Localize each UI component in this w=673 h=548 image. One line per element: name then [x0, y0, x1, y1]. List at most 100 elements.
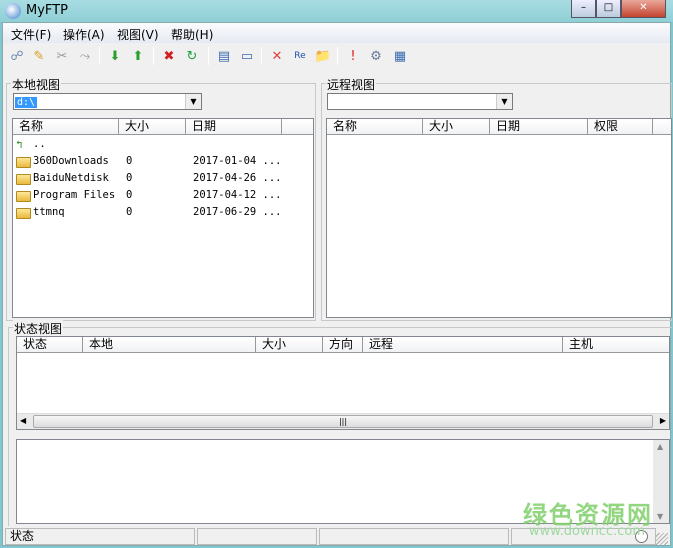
new-folder-button[interactable]: 📁 — [314, 47, 332, 65]
stop-icon: ✖ — [163, 48, 175, 64]
column-size[interactable]: 大小 — [423, 119, 490, 135]
column-remote[interactable]: 远程 — [363, 337, 563, 353]
column-extra[interactable] — [282, 119, 313, 135]
scroll-left-icon[interactable]: ◀ — [20, 416, 26, 425]
reconnect-button[interactable]: ⤳ — [76, 47, 94, 65]
connect-icon: ☍ — [10, 48, 24, 64]
cell-size: 0 — [126, 155, 133, 167]
menu-help[interactable]: 帮助(H) — [171, 26, 213, 43]
column-name[interactable]: 名称 — [13, 119, 119, 135]
menu-view[interactable]: 视图(V) — [117, 26, 159, 43]
column-size[interactable]: 大小 — [256, 337, 323, 353]
local-path-combo[interactable]: d:\ ▼ — [13, 93, 202, 110]
quick-connect-icon: ✎ — [33, 48, 45, 64]
view-detail-icon: ▭ — [240, 48, 254, 64]
view-detail-button[interactable]: ▭ — [238, 47, 256, 65]
list-item[interactable]: BaiduNetdisk 0 2017-04-26 ... — [13, 170, 313, 187]
column-size[interactable]: 大小 — [119, 119, 186, 135]
minimize-button[interactable]: – — [571, 0, 596, 18]
toolbar-separator — [208, 47, 209, 65]
quick-connect-button[interactable]: ✎ — [30, 47, 48, 65]
connect-button[interactable]: ☍ — [8, 47, 26, 65]
watermark-url: www.downcc.com — [528, 524, 645, 539]
window-icon: ▦ — [393, 48, 407, 64]
maximize-button[interactable]: □ — [596, 0, 621, 18]
cell-size: 0 — [126, 189, 133, 201]
toolbar-separator — [337, 47, 338, 65]
status-view-label: 状态视图 — [13, 320, 64, 337]
main-window: 文件(F) 操作(A) 视图(V) 帮助(H) ☍ ✎ ✂ ⤳ ⬇ ⬆ ✖ ↻ ▤ ▭ ✕ Re 📁! ⚙… — [2, 22, 672, 546]
toolbar-separator — [99, 47, 100, 65]
options-button[interactable]: ⚙ — [367, 47, 385, 65]
cell-date: 2017-04-12 ... — [193, 189, 282, 201]
refresh-button[interactable]: ↻ — [183, 47, 201, 65]
vertical-scrollbar[interactable]: ▲ ▼ — [653, 440, 669, 523]
column-status[interactable]: 状态 — [17, 337, 83, 353]
scrollbar-thumb[interactable]: ||| — [33, 415, 653, 428]
resize-grip-icon[interactable] — [656, 533, 668, 545]
parent-folder-icon: ↰ — [16, 138, 23, 151]
view-list-icon: ▤ — [217, 48, 231, 64]
chevron-down-icon[interactable]: ▼ — [496, 94, 512, 109]
app-icon — [5, 3, 21, 19]
rename-button[interactable]: Re — [291, 47, 309, 65]
cell-name: ttmnq — [33, 206, 65, 218]
options-icon: ⚙ — [370, 48, 382, 64]
status-pane-2 — [197, 528, 317, 545]
delete-icon: ✕ — [271, 48, 283, 64]
disconnect-icon: ✂ — [56, 48, 68, 64]
upload-button[interactable]: ⬆ — [129, 47, 147, 65]
delete-button[interactable]: ✕ — [268, 47, 286, 65]
download-button[interactable]: ⬇ — [106, 47, 124, 65]
remote-view-label: 远程视图 — [326, 76, 377, 93]
menu-bar: 文件(F) 操作(A) 视图(V) 帮助(H) — [3, 23, 670, 43]
column-date[interactable]: 日期 — [490, 119, 588, 135]
local-view-group: 本地视图 d:\ ▼ 名称 大小 日期 ↰.. 360Downloads 0 2017… — [6, 76, 316, 321]
toolbar-separator — [153, 47, 154, 65]
download-icon: ⬇ — [109, 48, 121, 64]
list-item[interactable]: Program Files 0 2017-04-12 ... — [13, 187, 313, 204]
scroll-down-icon[interactable]: ▼ — [657, 512, 663, 521]
list-item[interactable]: 360Downloads 0 2017-01-04 ... — [13, 153, 313, 170]
menu-file[interactable]: 文件(F) — [11, 26, 51, 43]
upload-icon: ⬆ — [132, 48, 144, 64]
remote-path-combo[interactable]: ▼ — [327, 93, 513, 110]
folder-icon — [16, 191, 31, 202]
horizontal-scrollbar[interactable]: ◀ ||| ▶ — [17, 413, 669, 429]
remote-file-list[interactable]: 名称 大小 日期 权限 — [326, 118, 672, 318]
local-path-value: d:\ — [15, 97, 38, 108]
local-file-list[interactable]: 名称 大小 日期 ↰.. 360Downloads 0 2017-01-04 ... B… — [12, 118, 314, 318]
column-name[interactable]: 名称 — [327, 119, 423, 135]
column-direction[interactable]: 方向 — [323, 337, 363, 353]
disconnect-button[interactable]: ✂ — [53, 47, 71, 65]
column-local[interactable]: 本地 — [83, 337, 256, 353]
cell-name: Program Files — [33, 189, 116, 201]
column-date[interactable]: 日期 — [186, 119, 282, 135]
transfer-queue-list[interactable]: 状态 本地 大小 方向 远程 主机 ◀ ||| ▶ — [16, 336, 670, 430]
stop-button[interactable]: ✖ — [160, 47, 178, 65]
chevron-down-icon[interactable]: ▼ — [185, 94, 201, 109]
scroll-up-icon[interactable]: ▲ — [657, 442, 663, 451]
toolbar: ☍ ✎ ✂ ⤳ ⬇ ⬆ ✖ ↻ ▤ ▭ ✕ Re 📁! ⚙ ▦ — [3, 44, 670, 67]
cell-date: 2017-01-04 ... — [193, 155, 282, 167]
cell-date: 2017-04-26 ... — [193, 172, 282, 184]
folder-icon — [16, 174, 31, 185]
folder-icon — [16, 208, 31, 219]
cell-size: 0 — [126, 172, 133, 184]
list-item[interactable]: ttmnq 0 2017-06-29 ... — [13, 204, 313, 221]
close-button[interactable]: ✕ — [621, 0, 666, 18]
refresh-icon: ↻ — [186, 48, 198, 64]
cell-date: 2017-06-29 ... — [193, 206, 282, 218]
menu-operation[interactable]: 操作(A) — [63, 26, 105, 43]
status-text: 状态 — [5, 528, 195, 545]
column-permission[interactable]: 权限 — [588, 119, 653, 135]
alert-button[interactable]: ! — [344, 47, 362, 65]
list-item[interactable]: ↰.. — [13, 136, 313, 153]
column-host[interactable]: 主机 — [563, 337, 669, 353]
scroll-right-icon[interactable]: ▶ — [660, 416, 666, 425]
local-view-label: 本地视图 — [11, 76, 62, 93]
window-button[interactable]: ▦ — [391, 47, 409, 65]
alert-icon: ! — [350, 48, 356, 64]
reconnect-icon: ⤳ — [79, 48, 91, 64]
view-list-button[interactable]: ▤ — [215, 47, 233, 65]
